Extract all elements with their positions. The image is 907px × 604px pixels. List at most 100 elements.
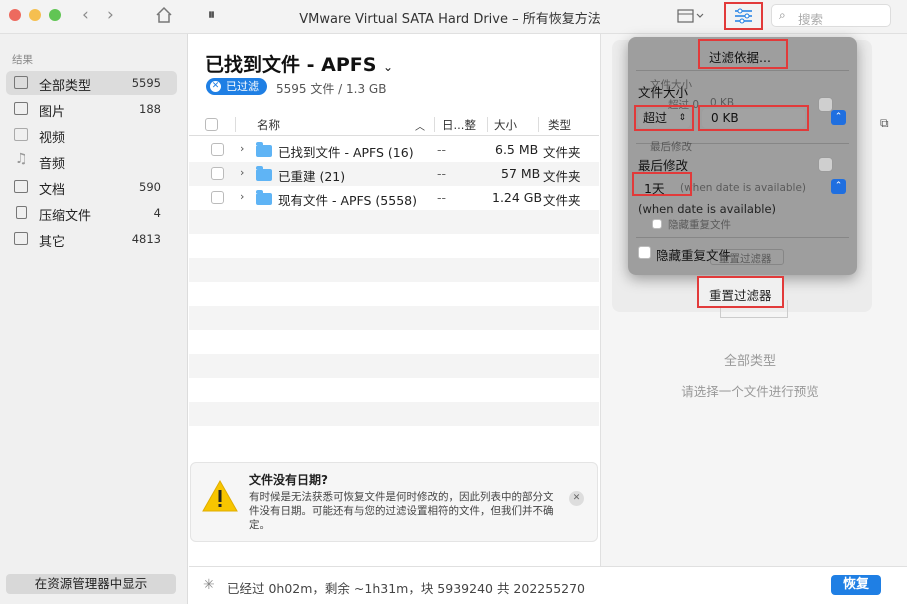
search-input[interactable]: ⌕ 搜索 [771,4,891,27]
sidebar-item-label: 图片 [39,105,66,120]
back-arrow-icon[interactable]: ‹ [82,6,89,24]
filter-by-label: 过滤依据... [709,50,771,65]
warning-icon [201,479,239,516]
column-divider [235,117,236,132]
sidebar-item-archives[interactable]: 压缩文件 4 [6,201,177,225]
copy-icon[interactable]: ⧉ [880,116,889,131]
row-checkbox[interactable] [211,167,224,180]
last-modified-toggle[interactable] [818,157,833,172]
modified-range-stepper-icon[interactable]: ⌃ [831,179,846,194]
all-types-icon [14,76,28,89]
row-checkbox[interactable] [211,143,224,156]
title-bar: ‹ › ⏸ VMware Virtual SATA Hard Drive – 所… [0,0,907,34]
results-summary: 5595 文件 / 1.3 GB [276,82,387,96]
chevron-right-icon[interactable]: › [240,166,244,179]
column-header-date[interactable]: 日...整 [442,117,476,133]
size-operator-select[interactable]: 超过 ⇕ [634,105,694,131]
sidebar-item-documents[interactable]: 文档 590 [6,175,177,199]
row-name: 已找到文件 - APFS (16) [278,145,414,160]
modified-range-select[interactable]: 1天 [632,172,692,196]
filtered-badge[interactable]: ✕ 已过滤 [206,78,267,95]
filter-by-menu[interactable]: 过滤依据... [698,39,788,69]
size-operator-field: 超过 ⇕ [638,109,690,128]
pause-icon[interactable]: ⏸ [208,7,215,23]
preview-title: 全部类型 [723,354,776,369]
sidebar-item-other[interactable]: 其它 4813 [6,227,177,251]
music-note-icon: ♫ [15,151,28,167]
chevron-right-icon[interactable]: › [240,190,244,203]
divider [636,70,849,71]
ghost-when-text: (when date is available) [680,182,807,194]
sidebar-item-audio[interactable]: ♫ 音频 [6,149,177,173]
home-icon[interactable] [155,6,173,27]
hide-duplicates-checkbox[interactable] [638,246,651,259]
window-title: VMware Virtual SATA Hard Drive – 所有恢复方法 [299,12,601,27]
size-value-input[interactable]: 0 KB [698,105,809,131]
row-checkbox[interactable] [211,191,224,204]
modified-range-value: 1天 [644,181,665,196]
forward-arrow-icon[interactable]: › [107,6,114,24]
document-icon [14,180,28,193]
row-name: 已重建 (21) [278,169,346,184]
row-date: -- [437,190,447,205]
close-banner-icon[interactable]: ✕ [569,491,584,506]
table-row[interactable]: › 已重建 (21) -- 57 MB 文件夹 [189,162,599,186]
chevron-right-icon[interactable]: › [240,142,244,155]
clear-filter-icon[interactable]: ✕ [210,81,221,92]
table-header: 名称 ︿ 日...整 大小 类型 [189,113,599,136]
view-mode-icon[interactable] [677,8,705,27]
sidebar-item-images[interactable]: 图片 188 [6,97,177,121]
select-all-checkbox[interactable] [205,118,218,131]
row-date: -- [437,166,447,181]
reset-filters-button[interactable]: 重置过滤器 [697,276,784,308]
row-date: -- [437,142,447,157]
ghost-modified-label: 最后修改 [650,141,692,153]
empty-row [189,426,599,462]
up-down-arrow-icon: ⇕ [678,113,686,123]
filter-settings-button[interactable] [724,2,763,30]
empty-row [189,354,599,378]
sidebar-item-label: 其它 [39,235,66,250]
other-files-icon [14,232,28,245]
sidebar-item-label: 音频 [39,157,66,172]
archive-icon [16,206,27,219]
empty-row [189,210,599,234]
close-window-button[interactable] [9,9,21,21]
banner-title: 文件没有日期? [249,473,328,487]
table-row[interactable]: › 已找到文件 - APFS (16) -- 6.5 MB 文件夹 [189,138,599,162]
recover-button[interactable]: 恢复 [831,575,881,595]
minimize-window-button[interactable] [29,9,41,21]
search-placeholder: 搜索 [798,12,824,27]
sidebar-item-label: 压缩文件 [39,209,92,224]
sort-ascending-icon[interactable]: ︿ [415,118,425,133]
ghost-checkbox [652,219,662,229]
banner-text: 有时候是无法获悉可恢复文件是何时修改的，因此列表中的部分文件没有日期。可能还有与… [249,491,554,531]
image-icon [14,102,28,115]
sidebar-item-label: 文档 [39,183,66,198]
size-value: 0 KB [711,111,739,125]
column-divider [434,117,435,132]
zoom-window-button[interactable] [49,9,61,21]
divider [636,143,849,144]
search-icon: ⌕ [779,8,786,22]
row-size: 57 MB [501,166,541,181]
column-divider [487,117,488,132]
sidebar-section-label: 结果 [12,54,33,66]
column-header-name[interactable]: 名称 [257,117,280,133]
show-in-explorer-button[interactable]: 在资源管理器中显示 [6,574,176,594]
page-title-text: 已找到文件 - APFS [205,54,377,76]
size-unit-stepper-icon[interactable]: ⌃ [831,110,846,125]
table-row[interactable]: › 现有文件 - APFS (5558) -- 1.24 GB 文件夹 [189,186,599,210]
sidebar-item-label: 全部类型 [39,79,92,94]
row-type: 文件夹 [543,145,581,160]
folder-icon [256,166,272,181]
sidebar-item-count: 5595 [131,76,161,90]
column-header-type[interactable]: 类型 [548,117,571,133]
page-title[interactable]: 已找到文件 - APFS ⌄ [205,50,393,77]
sidebar-item-video[interactable]: 视频 [6,123,177,147]
scan-status-text: 已经过 0h02m，剩余 ~1h31m，块 5939240 共 20225527… [227,581,586,596]
sidebar-item-count: 4 [153,206,161,220]
sidebar-item-all-types[interactable]: 全部类型 5595 [6,71,177,95]
video-icon [14,128,28,141]
column-header-size[interactable]: 大小 [494,117,517,133]
